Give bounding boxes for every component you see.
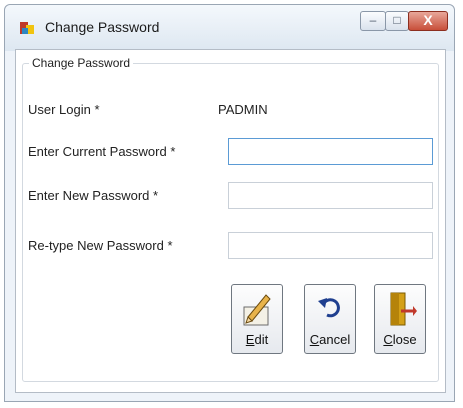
edit-pencil-icon: [243, 294, 271, 326]
undo-icon: [318, 298, 340, 318]
minimize-icon: –: [369, 13, 377, 27]
window-title: Change Password: [45, 19, 160, 35]
retype-password-label: Re-type New Password *: [28, 238, 173, 253]
cancel-button-label: Cancel: [309, 332, 351, 347]
new-password-input[interactable]: [228, 182, 433, 209]
edit-button[interactable]: Edit: [231, 284, 283, 354]
close-button[interactable]: Close: [374, 284, 426, 354]
dialog-body: Change Password User Login * PADMIN Ente…: [15, 49, 446, 393]
user-login-value: PADMIN: [218, 102, 268, 117]
exit-door-icon: [390, 292, 417, 326]
retype-password-input[interactable]: [228, 232, 433, 259]
minimize-button[interactable]: –: [360, 11, 386, 31]
change-password-window: Change Password – □ X Change Password Us…: [4, 4, 455, 402]
close-icon: X: [423, 12, 433, 28]
cancel-button[interactable]: Cancel: [304, 284, 356, 354]
new-password-label: Enter New Password *: [28, 188, 159, 203]
group-legend: Change Password: [32, 56, 131, 70]
close-window-button[interactable]: X: [408, 11, 448, 31]
close-button-label: Close: [383, 332, 417, 347]
current-password-label: Enter Current Password *: [28, 144, 176, 159]
edit-button-label: Edit: [245, 332, 269, 347]
title-bar[interactable]: Change Password – □ X: [5, 5, 454, 51]
user-login-label: User Login *: [28, 102, 100, 117]
app-icon: [20, 22, 34, 34]
maximize-icon: □: [393, 13, 401, 27]
maximize-button[interactable]: □: [385, 11, 409, 31]
current-password-input[interactable]: [228, 138, 433, 165]
